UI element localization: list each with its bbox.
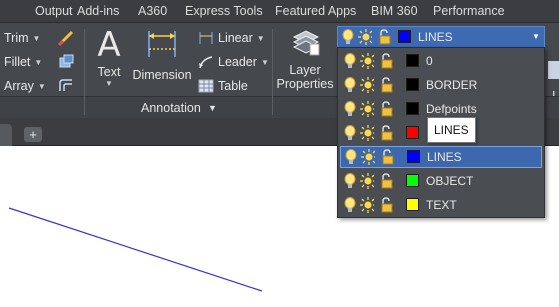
layer-unlock-icon[interactable] [380,197,394,213]
layer-thaw-sun-icon [358,29,372,45]
dimension-label: Dimension [132,68,192,82]
tab-express-tools[interactable]: Express Tools [185,4,263,18]
offset-icon[interactable] [57,77,75,95]
layer-color-swatch[interactable] [406,54,419,67]
layer-unlock-icon [379,29,391,45]
block-icon[interactable] [548,61,559,79]
dimension-button[interactable]: Dimension [131,27,193,97]
layer-dropdown[interactable]: LINES ▼ [337,26,545,48]
layer-properties-label-2: Properties [276,77,334,91]
layer-name: Defpoints [426,102,477,116]
chevron-down-icon: ▼ [34,57,43,67]
table-button[interactable]: Table [198,79,248,93]
copy-icon[interactable] [57,53,75,71]
tab-add-ins[interactable]: Add-ins [77,4,119,18]
annotation-panel-title: Annotation [141,101,201,115]
layer-name: 0 [426,54,433,68]
layer-row-0[interactable]: 0 [340,50,542,72]
layer-unlock-icon[interactable] [380,53,394,69]
layer-unlock-icon[interactable] [380,77,394,93]
layer-unlock-icon[interactable] [380,173,394,189]
dimension-icon [148,31,176,57]
annotation-panel-footer[interactable]: Annotation ▼ [85,96,272,118]
layer-row-border[interactable]: BORDER [340,74,542,96]
layer-on-bulb-icon[interactable] [344,173,358,189]
layer-color-swatch[interactable] [406,198,419,211]
leader-icon [199,56,213,69]
layer-unlock-icon[interactable] [380,101,394,117]
fillet-button[interactable]: Fillet ▼ [4,55,42,69]
layer-on-bulb-icon[interactable] [345,149,359,165]
chevron-down-icon: ▼ [208,103,217,113]
text-button[interactable]: A Text ▼ [92,27,126,97]
layer-on-bulb-icon[interactable] [344,101,358,117]
linear-label: Linear [218,31,253,45]
layer-tooltip: LINES [427,117,476,143]
chevron-down-icon[interactable]: ▼ [532,32,540,41]
table-label: Table [218,79,248,93]
chevron-down-icon: ▼ [260,57,269,67]
layer-on-bulb-icon[interactable] [344,53,358,69]
tab-a360[interactable]: A360 [138,4,167,18]
fillet-label: Fillet [4,55,31,69]
linear-button[interactable]: Linear ▼ [198,31,265,45]
layer-unlock-icon[interactable] [380,125,394,141]
trim-button[interactable]: Trim ▼ [4,31,40,45]
layer-color-swatch[interactable] [406,126,419,139]
array-button[interactable]: Array ▼ [4,79,46,93]
layer-name: LINES [427,150,462,164]
layer-thaw-sun-icon[interactable] [360,77,374,93]
layer-row-object[interactable]: OBJECT [340,170,542,192]
layer-on-bulb-icon[interactable] [344,77,358,93]
linear-dimension-icon [199,32,213,44]
trim-label: Trim [4,31,29,45]
chevron-down-icon: ▼ [37,81,46,91]
layer-name: BORDER [426,78,478,92]
layer-unlock-icon[interactable] [381,149,395,165]
layer-color-swatch[interactable] [406,174,419,187]
chevron-down-icon: ▼ [256,33,265,43]
layer-properties-button[interactable]: Layer Properties [276,27,334,97]
modify-panel-footer [0,96,84,118]
layer-color-swatch[interactable] [406,78,419,91]
erase-icon[interactable] [57,29,75,47]
tab-performance[interactable]: Performance [433,4,505,18]
current-layer-name: LINES [418,30,453,44]
layer-properties-icon [292,30,320,56]
layer-thaw-sun-icon[interactable] [360,101,374,117]
layer-thaw-sun-icon[interactable] [360,125,374,141]
layer-on-bulb-icon [342,29,354,44]
layer-row-lines[interactable]: LINES [340,146,542,168]
tab-featured-apps[interactable]: Featured Apps [275,4,356,18]
new-tab-plus-icon[interactable]: + [24,127,42,142]
text-label: Text [97,65,121,79]
layer-on-bulb-icon[interactable] [344,197,358,213]
text-icon: A [97,25,121,65]
layer-color-swatch[interactable] [407,150,420,163]
layer-row-text[interactable]: TEXT [340,194,542,216]
drawn-line[interactable] [8,207,263,292]
tab-bim-360[interactable]: BIM 360 [371,4,418,18]
layer-name: TEXT [426,198,457,212]
drawing-tab[interactable] [0,124,12,146]
chevron-down-icon: ▼ [32,33,41,43]
layer-properties-label-1: Layer [289,63,321,77]
leader-label: Leader [218,55,257,69]
tab-output[interactable]: Output [35,4,73,18]
ribbon-tab-bar: Output Add-ins A360 Express Tools Featur… [0,0,559,22]
layer-thaw-sun-icon[interactable] [361,149,375,165]
array-label: Array [4,79,34,93]
layer-thaw-sun-icon[interactable] [360,197,374,213]
table-icon [198,79,214,93]
chevron-down-icon: ▼ [105,79,113,88]
layer-on-bulb-icon[interactable] [344,125,358,141]
layer-color-swatch[interactable] [406,102,419,115]
layer-thaw-sun-icon[interactable] [360,53,374,69]
layer-color-swatch [398,30,411,43]
leader-button[interactable]: Leader ▼ [198,55,269,69]
layer-thaw-sun-icon[interactable] [360,173,374,189]
layer-name: OBJECT [426,174,474,188]
